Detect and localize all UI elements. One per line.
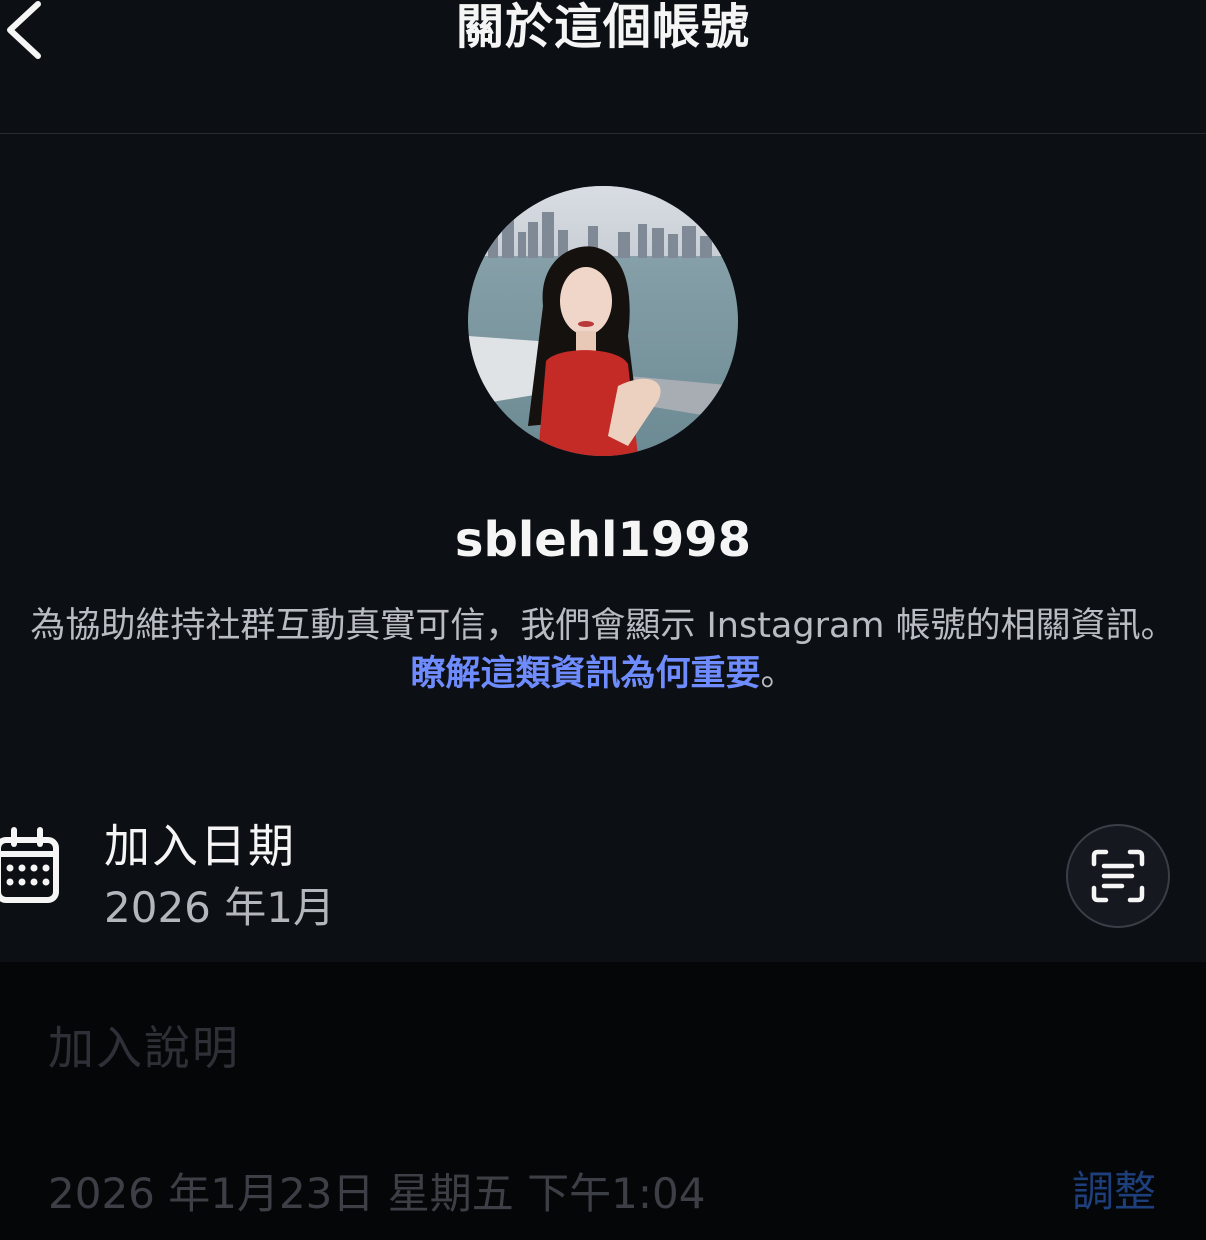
photo-info-panel: 加入說明 2026 年1月23日 星期五 下午1:04 調整 bbox=[0, 962, 1206, 1240]
date-joined-value: 2026 年1月 bbox=[104, 883, 335, 932]
scan-text-icon bbox=[1091, 849, 1145, 903]
account-info-description: 為協助維持社群互動真實可信，我們會顯示 Instagram 帳號的相關資訊。瞭解… bbox=[30, 602, 1176, 698]
date-joined-row: 加入日期 2026 年1月 bbox=[0, 790, 1206, 962]
top-bar: 關於這個帳號 bbox=[0, 0, 1206, 134]
description-text: 為協助維持社群互動真實可信，我們會顯示 Instagram 帳號的相關資訊。 bbox=[30, 606, 1176, 646]
add-caption-field[interactable]: 加入說明 bbox=[48, 1012, 240, 1078]
username: sblehl1998 bbox=[454, 512, 752, 568]
adjust-button[interactable]: 調整 bbox=[1072, 1158, 1156, 1219]
profile-avatar bbox=[468, 186, 738, 456]
photo-timestamp: 2026 年1月23日 星期五 下午1:04 bbox=[48, 1169, 706, 1218]
date-joined-label: 加入日期 bbox=[104, 819, 296, 873]
page-title: 關於這個帳號 bbox=[455, 0, 750, 55]
calendar-icon bbox=[0, 826, 62, 906]
live-text-scan-button[interactable] bbox=[1066, 824, 1170, 928]
description-end: 。 bbox=[760, 654, 796, 694]
learn-more-link[interactable]: 瞭解這類資訊為何重要 bbox=[410, 654, 760, 694]
